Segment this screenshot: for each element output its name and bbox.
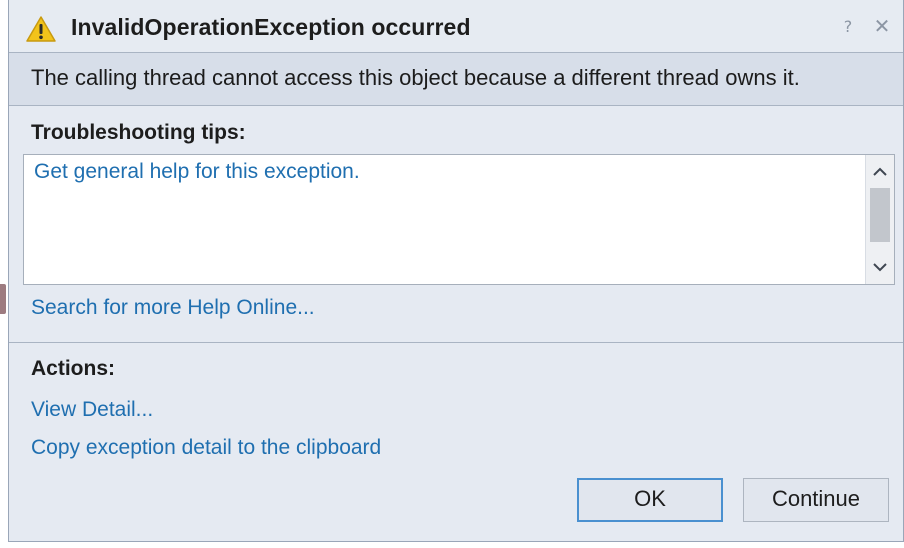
continue-button[interactable]: Continue: [743, 478, 889, 522]
background-window-edge: [0, 284, 6, 314]
copy-detail-link[interactable]: Copy exception detail to the clipboard: [31, 436, 381, 460]
title-bar: InvalidOperationException occurred ? ✕: [9, 0, 903, 53]
help-icon[interactable]: ?: [837, 16, 859, 38]
close-icon[interactable]: ✕: [871, 16, 893, 38]
scrollbar-thumb[interactable]: [870, 188, 890, 242]
ok-button[interactable]: OK: [577, 478, 723, 522]
search-help-online-link[interactable]: Search for more Help Online...: [31, 296, 315, 320]
exception-dialog: InvalidOperationException occurred ? ✕ T…: [8, 0, 904, 542]
general-help-link[interactable]: Get general help for this exception.: [34, 160, 360, 184]
exception-message-area: The calling thread cannot access this ob…: [9, 53, 903, 106]
chevron-up-icon[interactable]: [866, 159, 894, 185]
dialog-title: InvalidOperationException occurred: [71, 14, 471, 40]
section-divider: [9, 342, 903, 343]
view-detail-link[interactable]: View Detail...: [31, 398, 153, 422]
warning-icon: [26, 16, 56, 42]
tips-scrollbar[interactable]: [865, 155, 894, 284]
exception-message: The calling thread cannot access this ob…: [31, 65, 800, 90]
troubleshooting-tips-box: Get general help for this exception.: [23, 154, 895, 285]
actions-label: Actions:: [31, 357, 115, 380]
chevron-down-icon[interactable]: [866, 254, 894, 280]
troubleshooting-label: Troubleshooting tips:: [31, 121, 246, 144]
